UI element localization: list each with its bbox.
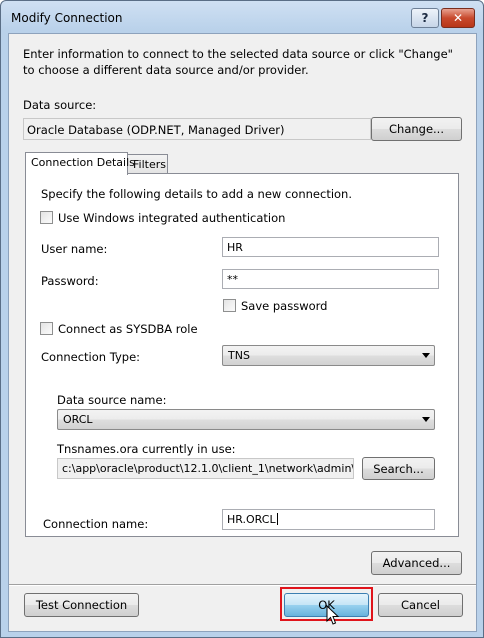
change-button[interactable]: Change... [371,117,462,141]
data-source-field: Oracle Database (ODP.NET, Managed Driver… [23,118,371,140]
connection-details-panel: Specify the following details to add a n… [25,173,459,537]
chevron-down-icon [422,417,430,422]
tnsnames-path-field: c:\app\oracle\product\12.1.0\client_1\ne… [57,458,354,479]
windows-auth-checkbox[interactable] [40,211,53,224]
help-button[interactable]: ? [411,8,439,28]
password-label: Password: [41,274,99,288]
windows-auth-label[interactable]: Use Windows integrated authentication [58,211,285,225]
connection-type-label: Connection Type: [41,350,141,364]
connection-type-select[interactable]: TNS [222,345,435,366]
title-bar[interactable]: Modify Connection ? ✕ [1,1,483,33]
tnsnames-label: Tnsnames.ora currently in use: [57,442,236,456]
save-password-checkbox[interactable] [223,299,236,312]
sysdba-checkbox[interactable] [40,322,53,335]
username-field[interactable]: HR [222,237,439,257]
save-password-label[interactable]: Save password [241,299,327,313]
username-label: User name: [41,242,108,256]
help-icon: ? [421,11,429,25]
data-source-label: Data source: [23,98,97,112]
data-source-name-label: Data source name: [57,393,167,407]
password-field[interactable]: ** [222,269,439,289]
data-source-name-select[interactable]: ORCL [57,409,435,430]
dialog-body: Enter information to connect to the sele… [8,33,477,632]
modify-connection-dialog: Modify Connection ? ✕ Enter information … [0,0,484,638]
search-button[interactable]: Search... [362,457,435,480]
close-button[interactable]: ✕ [441,8,475,28]
intro-text: Enter information to connect to the sele… [23,47,453,77]
advanced-button[interactable]: Advanced... [371,551,462,575]
mouse-pointer-icon [326,605,340,625]
details-instructions: Specify the following details to add a n… [41,187,352,201]
connection-name-value: HR.ORCL [227,513,276,526]
data-source-name-value: ORCL [63,413,93,426]
chevron-down-icon [422,353,430,358]
close-icon: ✕ [452,11,464,25]
button-separator [9,584,476,586]
text-caret [276,513,278,525]
sysdba-label[interactable]: Connect as SYSDBA role [58,322,198,336]
connection-name-field[interactable]: HR.ORCL [222,509,435,530]
window-title: Modify Connection [11,11,123,25]
cancel-button[interactable]: Cancel [378,593,463,617]
tab-connection-details[interactable]: Connection Details [25,152,135,175]
connection-type-value: TNS [228,349,250,362]
test-connection-button[interactable]: Test Connection [24,593,139,617]
connection-name-label: Connection name: [43,517,149,531]
